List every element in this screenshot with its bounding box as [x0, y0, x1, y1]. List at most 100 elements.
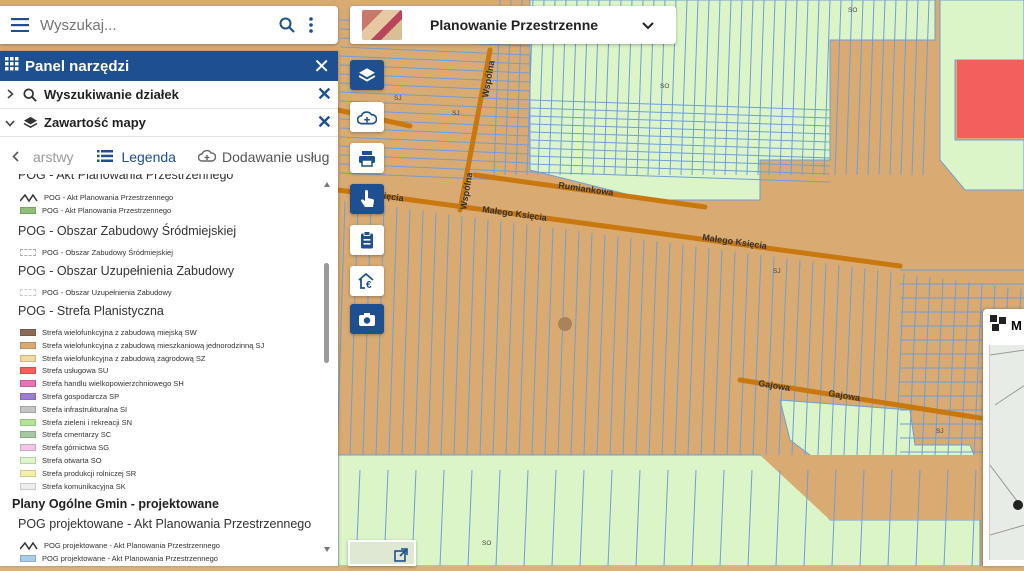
zone-label-so-bottom: SO — [482, 540, 491, 547]
legend-group-header: POG - Akt Planowania Przestrzennego — [18, 174, 234, 182]
dashed-line-icon — [20, 193, 38, 202]
zone-label-so-mid: SO — [660, 83, 669, 90]
legend-item: Strefa komunikacyjna SK — [20, 482, 126, 491]
cloud-add-icon — [357, 110, 377, 124]
legend-item: Strefa produkcji rolniczej SR — [20, 469, 136, 478]
legend-item: Strefa gospodarcza SP — [20, 392, 119, 401]
legend-item: Strefa wielofunkcyjna z zabudową mieszka… — [20, 341, 264, 350]
identify-button[interactable] — [350, 184, 384, 214]
legend-swatch — [20, 207, 36, 214]
legend-item-label: Strefa usługowa SU — [42, 366, 109, 376]
legend-item-label: POG - Akt Planowania Przestrzennego — [44, 193, 174, 202]
zone-label-sj-1: SJ — [452, 110, 460, 117]
price-house-button[interactable]: € — [350, 266, 384, 296]
legend-swatch — [20, 354, 36, 362]
print-button[interactable] — [350, 143, 384, 173]
legend-swatch — [20, 380, 36, 388]
legend-swatch — [20, 249, 36, 256]
close-icon[interactable]: ✕ — [317, 84, 332, 105]
chevron-left-icon[interactable] — [12, 149, 19, 165]
camera-button[interactable] — [350, 304, 384, 334]
search-input[interactable] — [40, 16, 275, 34]
legend-item-label: POG projektowane - Akt Planowania Przest… — [44, 541, 220, 550]
svg-text:€: € — [366, 280, 372, 290]
legend-item-label: Strefa otwarta SO — [42, 456, 102, 465]
layers-icon — [20, 116, 40, 130]
legend-item: Strefa górnictwa SG — [20, 443, 109, 452]
legend-item: Strefa wielofunkcyjna z zabudową zagrodo… — [20, 354, 205, 363]
open-external-icon[interactable] — [394, 548, 408, 567]
legend-group-header: POG - Strefa Planistyczna — [18, 304, 164, 318]
legend-item: Strefa infrastrukturalna SI — [20, 405, 127, 414]
search-icon[interactable] — [275, 17, 299, 33]
zone-label-so-top: SO — [848, 7, 857, 14]
legend-item: Strefa usługowa SU — [20, 366, 108, 375]
legend-swatch — [20, 418, 36, 426]
legend-item-label: Strefa komunikacyjna SK — [42, 481, 126, 491]
legend-item: Strefa cmentarzy SC — [20, 430, 111, 439]
legend-item: POG - Akt Planowania Przestrzennego — [20, 206, 171, 215]
legend-item: Strefa zieleni i rekreacji SN — [20, 418, 132, 427]
map-preview — [989, 345, 1024, 560]
legend-group-header: POG - Obszar Zabudowy Śródmiejskiej — [18, 224, 237, 238]
legend-item-label: POG projektowane - Akt Planowania Przest… — [42, 554, 218, 563]
legend-item-label: POG - Obszar Zabudowy Śródmiejskiej — [42, 248, 173, 257]
legend-item-label: Strefa wielofunkcyjna z zabudową mieszka… — [42, 340, 265, 350]
chevron-right-icon[interactable] — [0, 88, 20, 102]
list-icon — [97, 149, 114, 165]
legend-swatch — [20, 393, 36, 400]
layers-icon — [358, 67, 376, 82]
cloud-service-button[interactable] — [350, 102, 384, 132]
legend-item: Strefa handlu wielkopowierzchniowego SH — [20, 379, 184, 388]
camera-icon — [359, 312, 375, 326]
legend-swatch — [20, 431, 36, 439]
legend-swatch — [20, 329, 36, 336]
legend-swatch — [20, 555, 36, 562]
legend-swatch — [20, 289, 36, 296]
legend-item-label: Strefa wielofunkcyjna z zabudową miejską… — [42, 328, 197, 337]
legend-item-label: Strefa cmentarzy SC — [42, 430, 112, 440]
legend-item: POG projektowane - Akt Planowania Przest… — [20, 541, 220, 550]
legend-group-header: POG - Obszar Uzupełnienia Zabudowy — [18, 264, 235, 278]
zone-su — [957, 60, 1024, 138]
chevron-down-icon[interactable] — [642, 17, 654, 33]
legend-item-label: POG - Obszar Uzupełnienia Zabudowy — [42, 288, 172, 297]
tab-legend[interactable]: Legenda — [121, 149, 176, 165]
legend-swatch — [20, 469, 36, 477]
legend-swatch — [20, 457, 36, 464]
legend-item-label: Strefa produkcji rolniczej SR — [42, 468, 137, 478]
zone-label-sj-3: SJ — [773, 268, 781, 275]
legend-scrollbar[interactable] — [320, 174, 334, 566]
tool-panel-header: Panel narzędzi ✕ — [0, 51, 338, 81]
search-bar — [0, 6, 338, 44]
tab-bar: arstwy Legenda Dodawanie usług — [0, 137, 338, 177]
minimap-thumbnail[interactable] — [348, 540, 416, 566]
topic-label: Planowanie Przestrzenne — [430, 17, 599, 33]
legend-group-header: POG projektowane - Akt Planowania Przest… — [18, 517, 312, 531]
chevron-down-icon[interactable] — [0, 116, 20, 130]
right-panel[interactable]: M — [983, 309, 1024, 566]
tab-layers[interactable]: arstwy — [33, 149, 73, 165]
legend-item: Strefa wielofunkcyjna z zabudową miejską… — [20, 328, 197, 337]
close-icon[interactable]: ✕ — [317, 112, 332, 133]
more-options-icon[interactable] — [299, 17, 323, 33]
close-icon[interactable]: ✕ — [313, 54, 330, 79]
clipboard-button[interactable] — [350, 225, 384, 255]
legend-swatch — [20, 444, 36, 452]
house-euro-icon: € — [358, 272, 374, 290]
legend-swatch — [20, 367, 36, 375]
layers-button[interactable] — [350, 60, 384, 90]
dashed-line-icon — [20, 541, 38, 550]
zone-label-sj-2: SJ — [394, 95, 402, 102]
tool-panel: Panel narzędzi ✕ Wyszukiwanie działek ✕ … — [0, 51, 338, 566]
topic-dropdown[interactable]: Planowanie Przestrzenne — [350, 6, 676, 44]
legend-swatch — [20, 482, 36, 490]
tab-add-services[interactable]: Dodawanie usług — [222, 149, 329, 165]
section-parcel-search[interactable]: Wyszukiwanie działek ✕ — [0, 81, 338, 109]
menu-icon[interactable] — [0, 18, 40, 32]
section-map-content[interactable]: Zawartość mapy ✕ — [0, 109, 338, 137]
section-label: Zawartość mapy — [44, 115, 146, 130]
legend-item-label: Strefa infrastrukturalna SI — [42, 404, 128, 414]
legend-item: POG projektowane - Akt Planowania Przest… — [20, 554, 218, 563]
legend-item-label: Strefa handlu wielkopowierzchniowego SH — [42, 379, 184, 389]
